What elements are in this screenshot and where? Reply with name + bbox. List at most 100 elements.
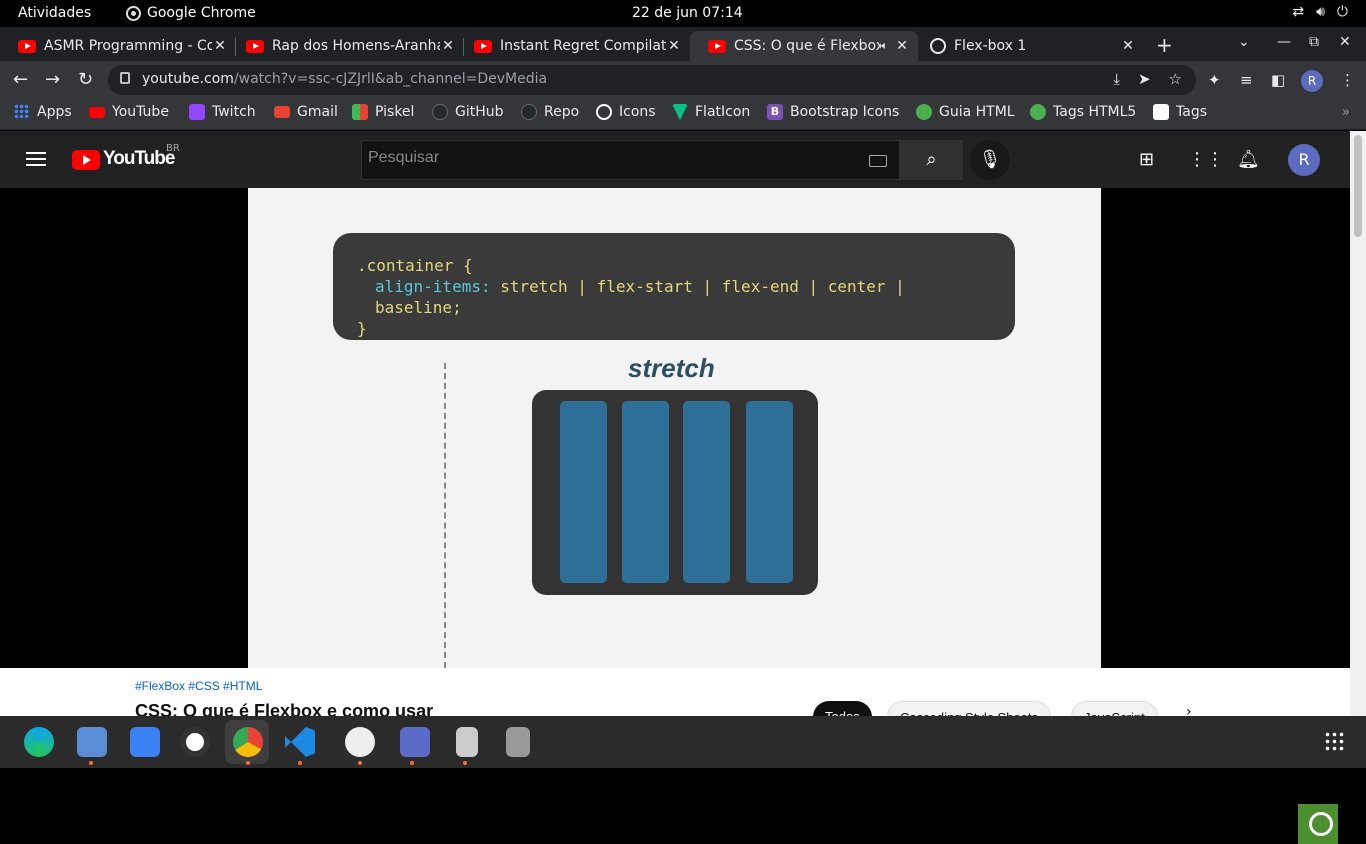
reload-icon[interactable]: ↻ [78, 69, 93, 90]
chrome-icon [126, 5, 141, 21]
close-icon[interactable]: ✕ [1120, 38, 1136, 54]
bookmark-icons[interactable]: Icons [596, 104, 656, 120]
bookmark-star-icon[interactable]: ☆ [1169, 70, 1182, 88]
send-icon[interactable]: ➤ [1138, 70, 1151, 88]
lock-icon[interactable] [120, 72, 130, 84]
github-icon [432, 104, 448, 120]
tab-rap[interactable]: Rap dos Homens-Aranha ✕ [228, 31, 464, 61]
files-icon[interactable] [77, 727, 107, 757]
github-icon[interactable] [180, 727, 210, 757]
trash-icon[interactable] [506, 727, 530, 757]
chrome-icon[interactable] [233, 727, 263, 757]
bookmark-bootstrap-icons[interactable]: B Bootstrap Icons [767, 104, 899, 120]
network-icon[interactable]: ⇄ [1292, 4, 1304, 20]
tab-instant-regret[interactable]: Instant Regret Compilat ✕ [456, 31, 690, 61]
speaker-icon[interactable]: 🔈︎ [881, 39, 888, 53]
keyboard-icon[interactable] [869, 155, 887, 167]
close-icon[interactable]: ✕ [440, 38, 456, 54]
tab-flexbox-active[interactable]: CSS: O que é Flexbox 🔈︎ ✕ [690, 31, 918, 61]
back-icon[interactable]: ← [13, 69, 28, 90]
flex-item [560, 401, 607, 583]
voice-search-button[interactable]: 🎙︎ [970, 140, 1010, 180]
profile-avatar[interactable]: R [1301, 70, 1323, 92]
address-bar[interactable]: youtube.com/watch?v=ssc-cJZJrlI&ab_chann… [108, 65, 1196, 95]
bookmarks-overflow-icon[interactable]: » [1342, 105, 1350, 120]
code-selector: .container { [357, 256, 473, 275]
bookmark-repo[interactable]: Repo [521, 104, 579, 120]
volume-icon[interactable]: 🔊︎ [1316, 4, 1325, 20]
window-close-icon[interactable]: ✕ [1339, 34, 1351, 50]
close-icon[interactable]: ✕ [894, 38, 910, 54]
usb-icon[interactable] [456, 727, 478, 757]
vscode-icon[interactable] [285, 727, 315, 757]
restore-icon[interactable]: ⧉ [1309, 34, 1319, 50]
bookmarks-bar: Apps YouTube Twitch Gmail Piskel GitHub … [0, 99, 1366, 130]
tab-title: Instant Regret Compilat [500, 38, 666, 54]
clock-icon[interactable] [345, 727, 375, 757]
forward-icon[interactable]: → [45, 69, 60, 90]
search-button[interactable]: ⌕ [900, 140, 963, 180]
menu-kebab-icon[interactable]: ⋮ [1340, 71, 1355, 89]
media-controls-icon[interactable]: ≡ [1240, 71, 1253, 89]
bookmark-tags[interactable]: Tags [1153, 104, 1207, 120]
piskel-icon [352, 104, 368, 120]
bookmark-gmail[interactable]: Gmail [274, 104, 338, 120]
activities-button[interactable]: Atividades [18, 5, 91, 21]
bookmark-apps[interactable]: Apps [14, 104, 72, 120]
code-snippet: .container { align-items: stretch | flex… [333, 233, 1015, 340]
microphone-icon: 🎙︎ [978, 149, 1002, 170]
install-icon[interactable]: ⤓ [1113, 70, 1120, 88]
system-tray[interactable]: ⇄ 🔊︎ ⏻ [1292, 4, 1348, 20]
edge-icon[interactable] [24, 727, 54, 757]
tags-html5-icon [1030, 104, 1046, 120]
store-icon[interactable] [130, 727, 160, 757]
tab-flex-box-1[interactable]: Flex-box 1 ✕ [912, 31, 1144, 61]
channel-watermark-icon[interactable] [1298, 804, 1338, 844]
apps-grid-icon[interactable]: ⋮⋮ [1188, 149, 1224, 170]
video-frame[interactable]: .container { align-items: stretch | flex… [248, 188, 1101, 668]
tab-title: Rap dos Homens-Aranha [272, 38, 440, 54]
bookmark-github[interactable]: GitHub [432, 104, 504, 120]
video-player[interactable]: .container { align-items: stretch | flex… [0, 188, 1350, 844]
new-tab-icon[interactable]: + [1156, 33, 1173, 57]
minimize-icon[interactable]: — [1277, 34, 1291, 50]
tab-search-chevron-icon[interactable]: ⌄ [1238, 34, 1250, 50]
search-input[interactable] [368, 149, 848, 167]
flaticon-icon [672, 104, 688, 120]
extensions-icon[interactable]: ✦ [1208, 71, 1221, 89]
power-icon[interactable]: ⏻ [1337, 4, 1348, 20]
bookmark-youtube[interactable]: YouTube [89, 104, 169, 120]
search-box[interactable] [361, 140, 900, 180]
bookmark-twitch[interactable]: Twitch [189, 104, 256, 120]
hamburger-menu-icon[interactable] [26, 152, 46, 166]
apps-grid-icon [14, 104, 30, 120]
page-scrollbar[interactable] [1350, 131, 1366, 716]
bookmark-flaticon[interactable]: FlatIcon [672, 104, 750, 120]
app-menu[interactable]: Google Chrome [126, 5, 256, 21]
bookmark-guia-html[interactable]: Guia HTML [916, 104, 1015, 120]
youtube-icon [18, 39, 36, 53]
close-icon[interactable]: ✕ [666, 38, 682, 54]
create-video-icon[interactable]: ⊞ [1139, 149, 1154, 170]
youtube-wordmark[interactable]: YouTube [103, 148, 175, 170]
bookmark-piskel[interactable]: Piskel [352, 104, 414, 120]
tab-asmr[interactable]: ASMR Programming - Co ✕ [0, 31, 236, 61]
youtube-icon [708, 39, 726, 53]
side-panel-icon[interactable]: ◧ [1271, 71, 1285, 89]
clock[interactable]: 22 de jun 07:14 [632, 5, 743, 21]
notifications-bell-icon[interactable]: 🔔︎ [1237, 149, 1260, 170]
bookmark-tags-html5[interactable]: Tags HTML5 [1030, 104, 1136, 120]
app-name: Google Chrome [147, 5, 256, 21]
account-avatar[interactable]: R [1288, 144, 1320, 176]
flex-item [622, 401, 669, 583]
youtube-logo-icon[interactable] [72, 150, 100, 170]
show-apps-grid-icon[interactable] [1324, 731, 1344, 751]
close-icon[interactable]: ✕ [212, 38, 228, 54]
github-icon [521, 104, 537, 120]
video-info: #FlexBox #CSS #HTML CSS: O que é Flexbox… [0, 668, 1350, 733]
scrollbar-thumb[interactable] [1354, 135, 1362, 237]
twitch-icon [189, 104, 205, 120]
hashtags[interactable]: #FlexBox #CSS #HTML [135, 679, 262, 693]
url-text[interactable]: youtube.com/watch?v=ssc-cJZJrlI&ab_chann… [142, 71, 547, 87]
text-editor-icon[interactable] [400, 727, 430, 757]
